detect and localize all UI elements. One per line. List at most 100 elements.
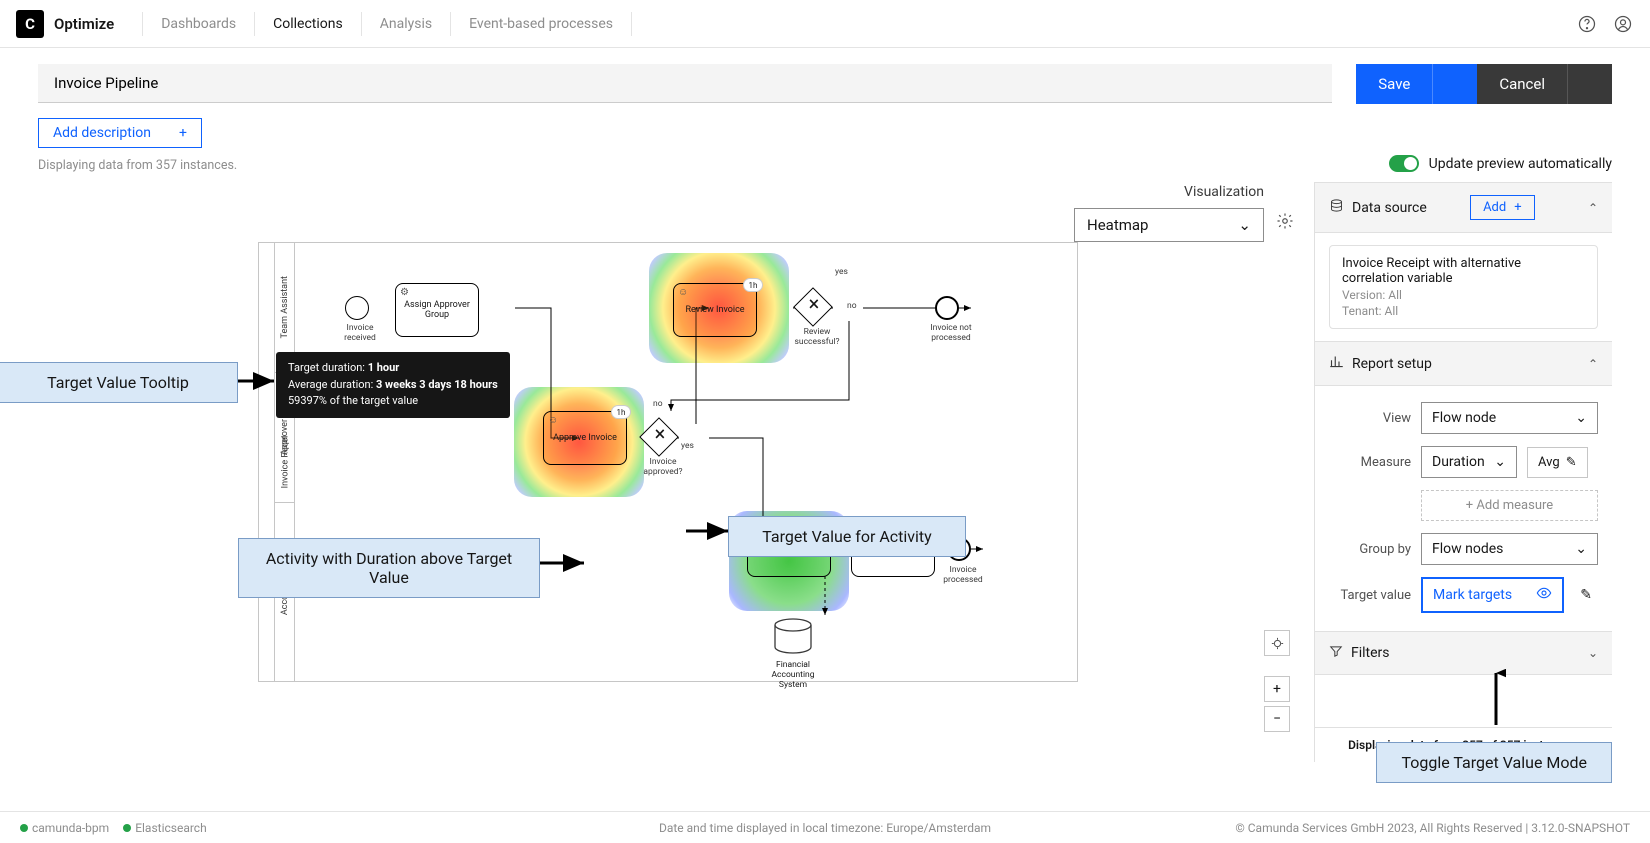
- task-review[interactable]: ☺ Review Invoice: [673, 283, 757, 337]
- zoom-in-button[interactable]: +: [1264, 676, 1290, 702]
- save-button[interactable]: Save: [1356, 64, 1477, 104]
- business-rule-icon: ⚙: [400, 287, 409, 298]
- filters-header[interactable]: Filters ⌄: [1315, 631, 1612, 675]
- chevron-down-icon: ⌄: [1494, 454, 1506, 470]
- add-data-source-button[interactable]: Add+: [1470, 195, 1535, 220]
- app-logo: C: [16, 10, 44, 38]
- filters-label: Filters: [1351, 645, 1390, 661]
- target-value-label: Target value: [1329, 588, 1411, 603]
- visualization-select[interactable]: Heatmap ⌄: [1074, 208, 1264, 242]
- chevron-up-icon[interactable]: ⌃: [1588, 201, 1598, 215]
- eye-icon: [1536, 585, 1552, 605]
- gateway-approved[interactable]: [639, 417, 679, 457]
- save-icon: [1432, 64, 1477, 104]
- help-icon[interactable]: [1576, 13, 1598, 35]
- status-camunda: camunda-bpm: [20, 821, 109, 835]
- visualization-label: Visualization: [1184, 184, 1264, 200]
- cancel-button[interactable]: Cancel: [1477, 64, 1612, 104]
- edit-targets-icon[interactable]: ✎: [1574, 581, 1598, 609]
- gateway-review-label: Review successful?: [789, 327, 845, 347]
- save-label: Save: [1356, 75, 1432, 93]
- callout-arrow-2: [540, 554, 588, 572]
- timezone-note: Date and time displayed in local timezon…: [659, 821, 991, 835]
- start-label: Invoice received: [339, 323, 381, 343]
- locate-button[interactable]: [1264, 630, 1290, 656]
- edge-yes-2: yes: [681, 441, 694, 451]
- report-setup-label: Report setup: [1352, 356, 1432, 372]
- target-value-tooltip: Target duration: 1 hour Average duration…: [276, 352, 510, 418]
- end-not-processed[interactable]: [935, 296, 959, 320]
- mark-targets-button[interactable]: Mark targets: [1421, 577, 1564, 613]
- add-measure-button[interactable]: + Add measure: [1421, 490, 1598, 521]
- user-task-icon: ☺: [548, 415, 558, 426]
- task-approve-label: Approve Invoice: [553, 433, 617, 443]
- nav-event-processes[interactable]: Event-based processes: [450, 12, 632, 36]
- badge-approve-target: 1h: [611, 405, 631, 419]
- badge-review-target: 1h: [743, 278, 763, 292]
- add-description-label: Add description: [53, 125, 151, 141]
- end-not-label: Invoice not processed: [923, 323, 979, 343]
- start-event[interactable]: [345, 296, 369, 320]
- plus-icon: +: [179, 125, 187, 141]
- user-task-icon: ☺: [678, 287, 688, 298]
- chevron-down-icon[interactable]: ⌄: [1588, 646, 1598, 660]
- callout-arrow-1: [238, 372, 278, 390]
- data-source-header[interactable]: Data source Add+ ⌃: [1315, 182, 1612, 233]
- task-assign-label: Assign Approver Group: [400, 300, 474, 320]
- measure-select[interactable]: Duration⌄: [1421, 446, 1517, 478]
- visualization-settings-icon[interactable]: [1276, 212, 1294, 234]
- cancel-label: Cancel: [1477, 75, 1567, 93]
- config-panel: Data source Add+ ⌃ Invoice Receipt with …: [1314, 182, 1612, 762]
- view-label: View: [1329, 411, 1411, 426]
- chart-icon: [1329, 354, 1344, 373]
- report-name-input[interactable]: [38, 64, 1332, 103]
- gateway-review[interactable]: [793, 287, 833, 327]
- nav-collections[interactable]: Collections: [254, 12, 361, 36]
- task-assign[interactable]: ⚙ Assign Approver Group: [395, 283, 479, 337]
- plus-icon: +: [1514, 200, 1521, 215]
- chevron-down-icon: ⌄: [1575, 410, 1587, 426]
- nav-dashboards[interactable]: Dashboards: [142, 12, 254, 36]
- edit-icon: ✎: [1566, 455, 1577, 470]
- chevron-down-icon: ⌄: [1238, 216, 1251, 234]
- cancel-icon: [1567, 64, 1612, 104]
- bpmn-canvas[interactable]: Invoice Recei Team Assistant Approver Ac…: [258, 242, 1078, 682]
- view-select[interactable]: Flow node⌄: [1421, 402, 1598, 434]
- data-source-version: Version: All: [1342, 288, 1585, 302]
- edge-no-2: no: [653, 399, 663, 409]
- app-brand: Optimize: [54, 15, 114, 33]
- top-nav: Dashboards Collections Analysis Event-ba…: [142, 12, 632, 36]
- lane1-label: Team Assistant: [280, 276, 290, 338]
- edge-yes-1: yes: [835, 267, 848, 277]
- status-bar: camunda-bpm Elasticsearch Date and time …: [0, 811, 1650, 843]
- task-approve[interactable]: ☺ Approve Invoice: [543, 411, 627, 465]
- report-setup-header[interactable]: Report setup ⌃: [1315, 341, 1612, 386]
- measure-label: Measure: [1329, 455, 1411, 470]
- visualization-value: Heatmap: [1087, 216, 1148, 234]
- external-system: Financial Accounting System: [765, 617, 821, 690]
- lane2-label: Approver: [280, 419, 290, 455]
- data-source-card[interactable]: Invoice Receipt with alternative correla…: [1329, 245, 1598, 329]
- add-description-button[interactable]: Add description +: [38, 118, 202, 148]
- update-preview-label: Update preview automatically: [1429, 156, 1612, 172]
- chevron-up-icon[interactable]: ⌃: [1588, 357, 1598, 371]
- group-by-select[interactable]: Flow nodes⌄: [1421, 533, 1598, 565]
- callout-toggle-mode: Toggle Target Value Mode: [1376, 742, 1612, 783]
- aggregation-button[interactable]: Avg ✎: [1527, 447, 1588, 478]
- data-source-label: Data source: [1352, 200, 1427, 216]
- update-preview-toggle[interactable]: [1389, 155, 1419, 172]
- nav-analysis[interactable]: Analysis: [361, 12, 450, 36]
- callout-arrow-4: [1486, 669, 1506, 729]
- status-elastic: Elasticsearch: [123, 821, 207, 835]
- copyright: © Camunda Services GmbH 2023, All Rights…: [1235, 821, 1630, 835]
- canvas-area: Visualization Heatmap ⌄ Invoice Recei Te…: [38, 182, 1314, 762]
- data-source-tenant: Tenant: All: [1342, 304, 1585, 318]
- user-icon[interactable]: [1612, 13, 1634, 35]
- filter-icon: [1329, 644, 1343, 662]
- chevron-down-icon: ⌄: [1575, 541, 1587, 557]
- zoom-out-button[interactable]: −: [1264, 706, 1290, 732]
- end-processed-label: Invoice processed: [935, 565, 991, 585]
- gateway-approved-label: Invoice approved?: [635, 457, 691, 477]
- task-review-label: Review Invoice: [685, 305, 744, 315]
- database-icon: [1329, 198, 1344, 217]
